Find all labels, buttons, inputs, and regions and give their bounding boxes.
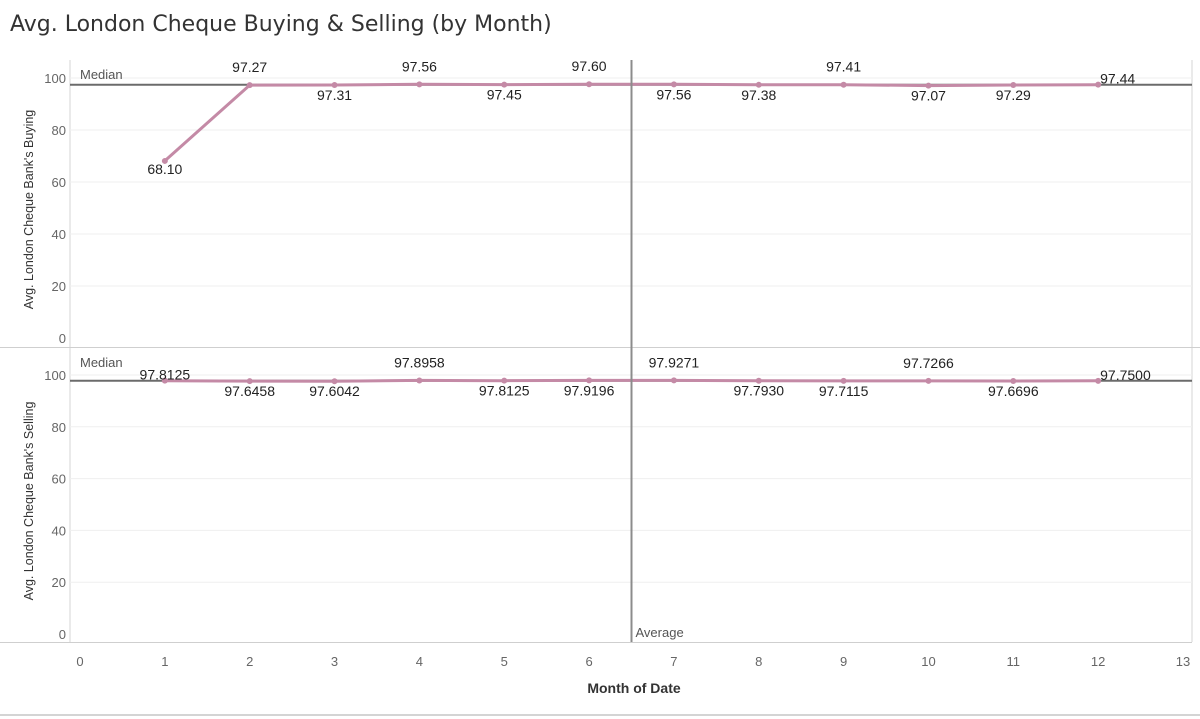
data-label: 97.27 xyxy=(232,59,267,75)
x-tick-label: 13 xyxy=(1176,654,1190,669)
data-point xyxy=(246,82,253,89)
x-tick-label: 0 xyxy=(76,654,83,669)
data-label: 97.41 xyxy=(826,59,861,75)
x-tick-label: 2 xyxy=(246,654,253,669)
x-tick-label: 6 xyxy=(585,654,592,669)
data-point xyxy=(840,81,847,88)
x-tick-label: 5 xyxy=(501,654,508,669)
data-label: 97.60 xyxy=(572,58,607,74)
y-tick-label: 20 xyxy=(52,575,66,590)
data-point xyxy=(670,377,677,384)
average-label: Average xyxy=(636,625,684,640)
data-label: 68.10 xyxy=(147,161,182,177)
data-label: 97.9271 xyxy=(649,354,700,370)
data-label: 97.8958 xyxy=(394,354,445,370)
data-label: 97.44 xyxy=(1100,71,1135,87)
x-tick-label: 12 xyxy=(1091,654,1105,669)
y-axis-title: Avg. London Cheque Bank's Buying xyxy=(22,110,36,310)
bottom-divider xyxy=(0,714,1200,716)
x-tick-label: 4 xyxy=(416,654,423,669)
chart-canvas: 020406080100Avg. London Cheque Bank's Bu… xyxy=(0,58,1200,696)
y-tick-label: 20 xyxy=(52,279,66,294)
data-label: 97.56 xyxy=(656,86,691,102)
y-tick-label: 40 xyxy=(52,523,66,538)
data-label: 97.07 xyxy=(911,88,946,104)
x-tick-label: 8 xyxy=(755,654,762,669)
y-tick-label: 80 xyxy=(52,123,66,138)
data-label: 97.38 xyxy=(741,87,776,103)
x-tick-label: 3 xyxy=(331,654,338,669)
data-label: 97.6042 xyxy=(309,383,360,399)
y-tick-label: 0 xyxy=(59,331,66,346)
y-tick-label: 100 xyxy=(44,368,66,383)
data-label: 97.29 xyxy=(996,87,1031,103)
data-label: 97.8125 xyxy=(479,383,530,399)
data-label: 97.6696 xyxy=(988,383,1039,399)
y-tick-label: 40 xyxy=(52,227,66,242)
data-label: 97.7266 xyxy=(903,355,954,371)
x-tick-label: 9 xyxy=(840,654,847,669)
x-tick-label: 11 xyxy=(1007,654,1021,669)
y-tick-label: 60 xyxy=(52,472,66,487)
x-tick-label: 1 xyxy=(161,654,168,669)
data-label: 97.9196 xyxy=(564,382,615,398)
y-tick-label: 60 xyxy=(52,175,66,190)
data-label: 97.56 xyxy=(402,58,437,74)
x-tick-label: 7 xyxy=(670,654,677,669)
data-label: 97.8125 xyxy=(140,367,191,383)
median-label: Median xyxy=(80,67,123,82)
data-label: 97.7500 xyxy=(1100,367,1151,383)
data-label: 97.31 xyxy=(317,87,352,103)
data-label: 97.7930 xyxy=(733,383,784,399)
data-point xyxy=(416,377,423,384)
y-tick-label: 0 xyxy=(59,627,66,642)
x-tick-label: 10 xyxy=(921,654,935,669)
median-label: Median xyxy=(80,355,123,370)
data-point xyxy=(586,81,593,88)
y-tick-label: 100 xyxy=(44,71,66,86)
y-axis-title: Avg. London Cheque Bank's Selling xyxy=(22,402,36,601)
x-axis-title: Month of Date xyxy=(587,680,681,696)
data-point xyxy=(416,81,423,88)
data-point xyxy=(925,377,932,384)
y-tick-label: 80 xyxy=(52,420,66,435)
data-label: 97.6458 xyxy=(224,383,275,399)
data-label: 97.7115 xyxy=(819,383,869,399)
data-label: 97.45 xyxy=(487,87,522,103)
